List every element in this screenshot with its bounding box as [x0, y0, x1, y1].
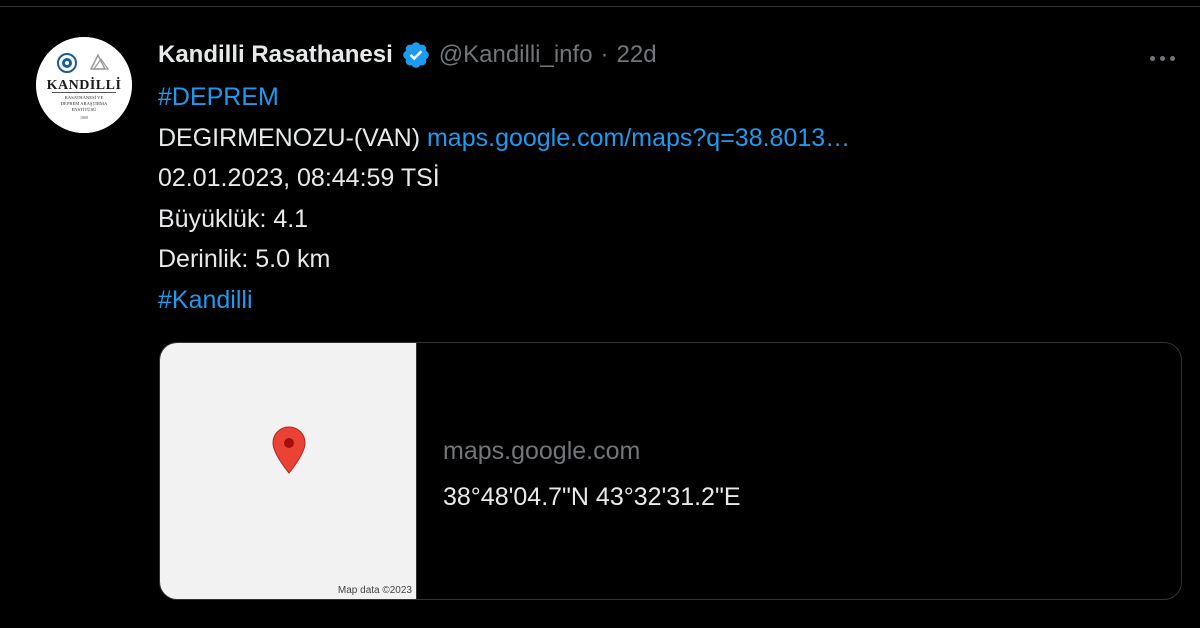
- avatar[interactable]: KANDİLLİ RASATHANESİ VE DEPREM ARAŞTIRMA…: [36, 37, 132, 133]
- magnitude-text: Büyüklük: 4.1: [158, 204, 309, 233]
- card-title: 38°48'04.7"N 43°32'31.2"E: [443, 483, 741, 511]
- location-text: DEGIRMENOZU-(VAN): [158, 123, 427, 152]
- map-attribution: Map data ©2023: [337, 585, 412, 596]
- tweet-header: Kandilli Rasathanesi @Kandilli_info · 22…: [158, 37, 657, 73]
- depth-text: Derinlik: 5.0 km: [158, 245, 331, 273]
- datetime-text: 02.01.2023, 08:44:59 TSİ: [158, 164, 440, 192]
- kandilli-logo-icon: KANDİLLİ RASATHANESİ VE DEPREM ARAŞTIRMA…: [36, 37, 132, 133]
- tweet-text: #DEPREM DEGIRMENOZU-(VAN) maps.google.co…: [158, 77, 850, 320]
- tweet[interactable]: KANDİLLİ RASATHANESİ VE DEPREM ARAŞTIRMA…: [0, 7, 1200, 628]
- separator-dot: ·: [600, 41, 609, 68]
- maps-link[interactable]: maps.google.com/maps?q=38.8013…: [427, 124, 850, 152]
- tweet-timestamp[interactable]: 22d: [617, 41, 657, 69]
- map-pin-icon: [272, 426, 306, 474]
- link-preview-card[interactable]: Map data ©2023 maps.google.com 38°48'04.…: [159, 342, 1182, 600]
- more-options-button[interactable]: [1142, 43, 1182, 73]
- verified-badge-icon: [402, 42, 429, 68]
- map-thumbnail[interactable]: Map data ©2023: [160, 343, 416, 599]
- card-divider: [416, 343, 417, 599]
- svg-text:RASATHANESİ VE: RASATHANESİ VE: [65, 95, 104, 100]
- svg-text:KANDİLLİ: KANDİLLİ: [47, 76, 122, 93]
- hashtag-deprem[interactable]: #DEPREM: [158, 83, 279, 111]
- svg-text:1868: 1868: [80, 115, 88, 120]
- card-domain: maps.google.com: [443, 437, 641, 465]
- author-handle[interactable]: @Kandilli_info: [439, 41, 593, 69]
- svg-text:ENSTİTÜSÜ: ENSTİTÜSÜ: [71, 107, 97, 112]
- author-display-name[interactable]: Kandilli Rasathanesi: [158, 41, 393, 69]
- hashtag-kandilli[interactable]: #Kandilli: [158, 286, 253, 314]
- more-horizontal-icon: [1149, 55, 1155, 61]
- svg-text:DEPREM ARAŞTIRMA: DEPREM ARAŞTIRMA: [61, 101, 108, 106]
